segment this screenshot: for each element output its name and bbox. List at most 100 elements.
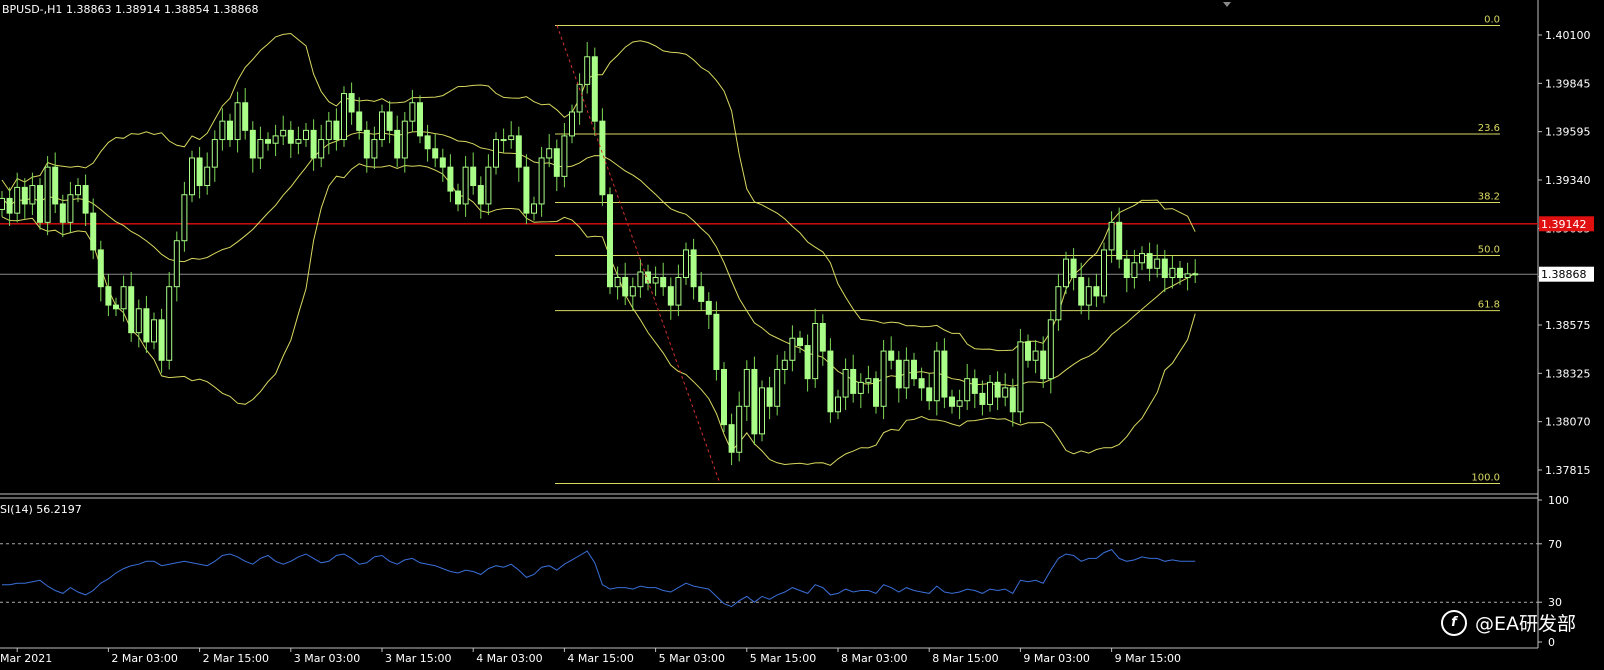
candle-body [379, 111, 385, 141]
candle-body [964, 378, 971, 402]
candle-body [333, 120, 340, 141]
fib-level-label: 100.0 [1471, 473, 1500, 484]
candle-body [652, 277, 659, 284]
price-tick-label: 1.38575 [1545, 319, 1591, 332]
candle-body [75, 185, 81, 196]
candle-body [455, 190, 461, 205]
candle-body [189, 157, 195, 196]
candle-body [789, 337, 796, 361]
time-tick-label: 2 Mar 15:00 [203, 652, 269, 665]
candle-body [819, 322, 826, 352]
candle-body [265, 139, 271, 144]
candle-body [1101, 249, 1107, 297]
candle-body [698, 286, 705, 302]
candle-body [660, 277, 667, 288]
candle-body [173, 240, 180, 288]
time-tick-label: 5 Mar 03:00 [659, 652, 725, 665]
candle-body [850, 368, 857, 394]
candle-body [234, 102, 241, 141]
price-tick-label: 1.39340 [1545, 174, 1591, 187]
candle-body [485, 166, 492, 205]
candle-body [553, 148, 560, 177]
candle-body [546, 148, 553, 159]
candle-body [812, 322, 819, 380]
rsi-tick-label: 30 [1548, 596, 1562, 609]
candle-body [409, 102, 416, 122]
candle-body [211, 139, 218, 168]
candle-body [888, 350, 895, 361]
time-tick-label: 9 Mar 15:00 [1115, 652, 1181, 665]
candle-body [287, 129, 294, 144]
candle-body [394, 129, 401, 159]
candle-body [295, 139, 302, 144]
candle-body [1184, 273, 1191, 279]
candle-body [135, 308, 142, 334]
rsi-header: SI(14) 56.2197 [0, 503, 82, 516]
rsi-tick-label: 100 [1548, 494, 1569, 507]
candle-body [538, 157, 545, 205]
candle-body [865, 378, 872, 383]
candle-body [1017, 341, 1024, 413]
candle-body [804, 345, 811, 380]
candle-body [44, 166, 51, 223]
candle-body [515, 135, 522, 168]
candle-body [683, 249, 689, 279]
candle-body [926, 387, 933, 402]
candle-body [1070, 258, 1077, 279]
chart-background [0, 0, 1604, 670]
candle-body [37, 185, 43, 223]
candle-body [14, 186, 21, 214]
time-tick-label: 4 Mar 03:00 [476, 652, 542, 665]
candle-body [721, 368, 727, 426]
candle-body [90, 212, 97, 251]
candle-body [325, 120, 332, 141]
candle-body [584, 56, 591, 85]
candle-body [363, 129, 370, 159]
candle-body [67, 194, 74, 223]
time-tick-label: Mar 2021 [0, 652, 52, 665]
price-tick-label: 1.39595 [1545, 126, 1591, 139]
candle-body [880, 350, 887, 407]
candle-body [667, 286, 674, 306]
candle-body [113, 304, 119, 310]
candle-body [1063, 258, 1069, 288]
time-tick-label: 9 Mar 03:00 [1023, 652, 1089, 665]
rsi-tick-label: 70 [1548, 538, 1562, 551]
candle-body [439, 157, 446, 168]
time-tick-label: 5 Mar 15:00 [750, 652, 816, 665]
price-chart[interactable]: 0.0 23.6 38.2 50.0 61.8 100.0 BPUSD-,H1 1.388… [0, 0, 1604, 670]
candle-body [280, 129, 287, 137]
candle-body [227, 120, 233, 141]
candle-body [1161, 258, 1168, 279]
candle-body [257, 139, 264, 159]
price-tick-label: 1.39845 [1545, 77, 1591, 90]
candle-body [797, 337, 803, 347]
candle-body [903, 359, 910, 389]
candle-body [401, 120, 408, 159]
candle-body [181, 194, 188, 242]
candle-body [918, 378, 925, 389]
time-tick-label: 8 Mar 03:00 [841, 652, 907, 665]
candle-body [59, 203, 66, 223]
candle-body [52, 166, 59, 205]
candle-body [842, 368, 849, 398]
candle-body [0, 197, 5, 210]
current-price-label: 1.38868 [1541, 268, 1587, 281]
candle-body [470, 166, 477, 187]
time-tick-label: 2 Mar 03:00 [111, 652, 177, 665]
candle-body [356, 111, 363, 131]
price-tick-label: 1.40100 [1545, 29, 1591, 42]
candle-body [622, 277, 629, 297]
candle-body [523, 166, 530, 214]
candle-body [166, 286, 173, 361]
candle-body [895, 359, 902, 389]
candle-body [1055, 286, 1062, 321]
candle-body [835, 396, 841, 413]
price-tick-label: 1.37815 [1545, 464, 1591, 477]
fib-level-label: 0.0 [1484, 15, 1500, 26]
candle-body [1025, 341, 1031, 361]
candle-body [1116, 221, 1123, 260]
candle-body [736, 405, 743, 453]
candle-body [1032, 350, 1039, 361]
candle-body [82, 185, 89, 214]
